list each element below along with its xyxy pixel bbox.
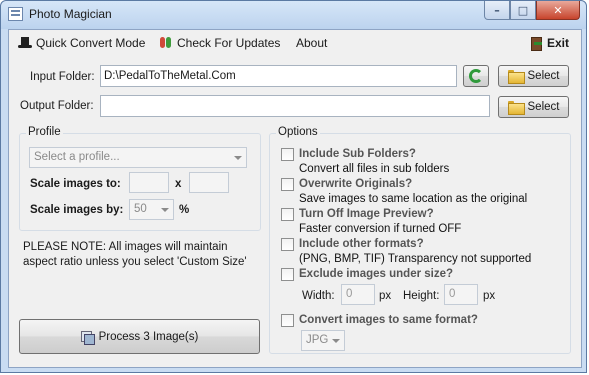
graduation-hat-icon <box>18 36 32 50</box>
exit-door-icon <box>529 36 543 51</box>
app-window: Photo Magician – □ ✕ Quick Convert Mode … <box>0 0 587 373</box>
scale-by-value: 50 <box>134 203 147 215</box>
input-select-button[interactable]: Select <box>498 65 569 87</box>
minimize-button[interactable]: – <box>484 1 510 20</box>
scale-width-field[interactable] <box>129 172 169 193</box>
maximize-icon: □ <box>517 4 529 17</box>
width-label: Width: <box>302 290 335 302</box>
min-width-field[interactable]: 0 <box>341 284 375 305</box>
scale-by-label: Scale images by: <box>30 204 124 216</box>
close-icon: ✕ <box>553 4 563 17</box>
profile-select[interactable]: Select a profile... <box>29 147 247 168</box>
output-folder-field[interactable] <box>100 95 490 117</box>
images-icon <box>80 330 95 345</box>
title-bar[interactable]: Photo Magician – □ ✕ <box>1 1 586 29</box>
exclude-under-size-checkbox[interactable] <box>281 268 294 281</box>
input-folder-field[interactable]: D:\PedalToTheMetal.Com <box>100 65 457 87</box>
close-button[interactable]: ✕ <box>536 1 580 20</box>
overwrite-originals-checkbox[interactable] <box>281 178 294 191</box>
option-title: Convert images to same format? <box>299 314 478 326</box>
format-select[interactable]: JPG <box>301 330 345 351</box>
option-title: Overwrite Originals? <box>299 178 413 190</box>
option-desc: Save images to same location as the orig… <box>299 193 528 205</box>
height-px-unit: px <box>483 290 496 302</box>
folder-icon <box>507 70 525 84</box>
scale-height-field[interactable] <box>189 172 229 193</box>
menu-check-updates-label: Check For Updates <box>177 36 281 50</box>
option-title: Include other formats? <box>299 238 424 250</box>
profile-select-value: Select a profile... <box>34 151 120 163</box>
chevron-down-icon <box>234 156 242 160</box>
refresh-icon <box>469 69 483 83</box>
menu-exit-label: Exit <box>547 36 570 50</box>
option-title: Exclude images under size? <box>299 268 454 280</box>
option-desc: (PNG, BMP, TIF) Transparency not support… <box>299 253 532 265</box>
other-formats-checkbox[interactable] <box>281 238 294 251</box>
option-title: Include Sub Folders? <box>299 148 416 160</box>
input-folder-label: Input Folder: <box>30 71 95 83</box>
min-height-field[interactable]: 0 <box>444 284 478 305</box>
include-subfolders-checkbox[interactable] <box>281 148 294 161</box>
menu-quick-convert-label: Quick Convert Mode <box>36 36 146 50</box>
menu-about-label: About <box>296 36 328 50</box>
aspect-ratio-note: PLEASE NOTE: All images will maintain as… <box>23 241 247 268</box>
width-px-unit: px <box>379 290 392 302</box>
chevron-down-icon <box>332 339 340 343</box>
menu-about[interactable]: About <box>296 36 327 50</box>
option-desc: Convert all files in sub folders <box>299 163 450 175</box>
option-desc: Faster conversion if turned OFF <box>299 223 462 235</box>
menu-exit[interactable]: Exit <box>529 36 570 51</box>
times-sign: x <box>175 178 182 190</box>
output-select-label: Select <box>527 101 560 113</box>
menu-quick-convert[interactable]: Quick Convert Mode <box>18 36 145 50</box>
image-preview-checkbox[interactable] <box>281 208 294 221</box>
input-select-label: Select <box>527 70 560 82</box>
app-icon <box>8 7 23 21</box>
output-folder-label: Output Folder: <box>20 100 94 112</box>
refresh-button[interactable] <box>463 65 489 87</box>
scale-by-select[interactable]: 50 <box>129 199 174 220</box>
menu-bar: Quick Convert Mode Check For Updates Abo… <box>9 30 581 56</box>
window-title: Photo Magician <box>29 7 112 21</box>
process-button-label: Process 3 Image(s) <box>98 330 199 343</box>
folder-icon <box>507 101 525 115</box>
update-icon <box>159 36 173 50</box>
process-button[interactable]: Process 3 Image(s) <box>19 319 260 354</box>
menu-check-updates[interactable]: Check For Updates <box>159 36 280 50</box>
maximize-button[interactable]: □ <box>510 1 536 20</box>
minimize-icon: – <box>494 4 500 17</box>
options-group-title: Options <box>276 126 320 138</box>
output-select-button[interactable]: Select <box>498 96 569 118</box>
window-controls: – □ ✕ <box>484 1 580 20</box>
height-label: Height: <box>403 290 440 302</box>
percent-sign: % <box>179 204 190 216</box>
client-area: Quick Convert Mode Check For Updates Abo… <box>8 29 582 368</box>
profile-group-title: Profile <box>26 126 63 138</box>
scale-to-label: Scale images to: <box>30 178 121 190</box>
same-format-checkbox[interactable] <box>281 314 294 327</box>
option-title: Turn Off Image Preview? <box>299 208 434 220</box>
chevron-down-icon <box>161 208 169 212</box>
format-select-value: JPG <box>306 334 329 346</box>
